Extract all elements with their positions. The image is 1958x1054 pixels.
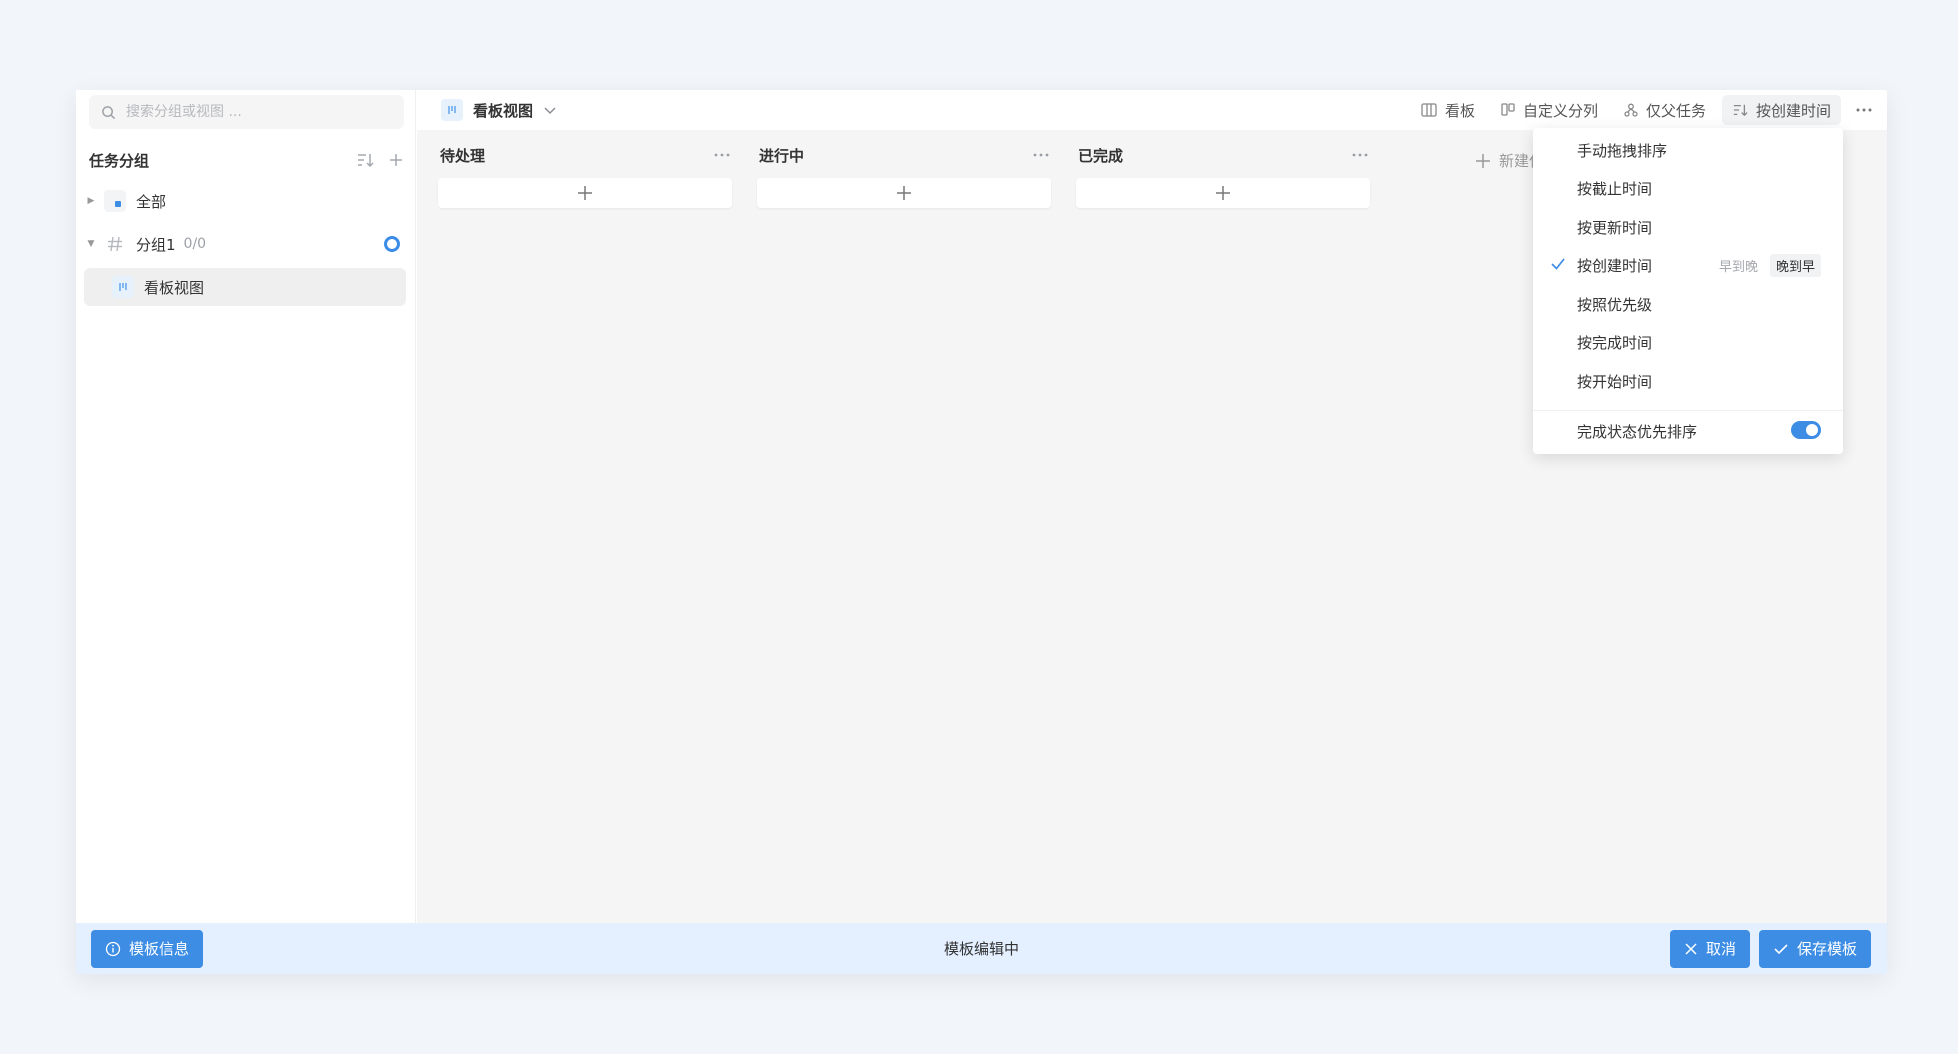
board-column: 待处理 — [438, 140, 732, 208]
sort-by-label: 按创建时间 — [1755, 101, 1831, 120]
sort-option-label: 按创建时间 — [1577, 256, 1653, 275]
add-task-button[interactable] — [1076, 178, 1370, 208]
sort-option-label: 手动拖拽排序 — [1577, 141, 1668, 160]
search-box[interactable] — [89, 95, 404, 129]
more-horizontal-icon — [1856, 108, 1872, 112]
sort-dropdown-menu: 手动拖拽排序 按截止时间 按更新时间 按创建时间 早到晚 晚到早 按照优先级 按… — [1533, 128, 1843, 454]
sidebar-item-label: 全部 — [136, 192, 167, 211]
check-icon — [1774, 943, 1788, 954]
completion-priority-toggle[interactable] — [1791, 421, 1821, 439]
search-input[interactable] — [126, 104, 376, 120]
progress-ring-icon — [384, 236, 400, 252]
more-horizontal-icon[interactable] — [1033, 153, 1049, 157]
plus-icon — [1476, 153, 1490, 168]
column-title: 待处理 — [440, 146, 486, 165]
completion-priority-label: 完成状态优先排序 — [1577, 422, 1698, 441]
view-title: 看板视图 — [473, 101, 534, 120]
check-icon — [1551, 258, 1565, 270]
sidebar: 任务分组 ▶ 全部 ▼ 分组1 0/0 — [76, 90, 416, 923]
kanban-view-icon — [112, 276, 134, 298]
sort-option-completed[interactable]: 按完成时间 — [1533, 323, 1843, 361]
board-column: 已完成 — [1076, 140, 1370, 208]
save-template-button[interactable]: 保存模板 — [1758, 929, 1871, 968]
sort-icon — [1733, 104, 1748, 117]
sidebar-item-all[interactable]: ▶ 全部 — [84, 182, 406, 220]
sort-by-button[interactable]: 按创建时间 — [1721, 95, 1841, 125]
info-icon — [105, 941, 121, 956]
board-mode-label: 看板 — [1444, 101, 1475, 120]
template-editing-status: 模板编辑中 — [943, 940, 1019, 958]
close-icon — [1685, 942, 1697, 955]
column-title: 已完成 — [1078, 146, 1124, 165]
sort-option-created[interactable]: 按创建时间 早到晚 晚到早 — [1533, 246, 1843, 284]
caret-right-icon[interactable]: ▶ — [84, 196, 98, 206]
sort-option-start[interactable]: 按开始时间 — [1533, 362, 1843, 400]
parent-only-label: 仅父任务 — [1645, 101, 1706, 120]
board-column: 进行中 — [757, 140, 1051, 208]
template-info-button[interactable]: 模板信息 — [91, 929, 204, 968]
add-task-button[interactable] — [438, 178, 732, 208]
sort-option-updated[interactable]: 按更新时间 — [1533, 208, 1843, 246]
sidebar-item-kanban-view[interactable]: 看板视图 — [84, 268, 406, 306]
plus-icon — [578, 186, 592, 200]
columns-icon — [1501, 103, 1515, 116]
sidebar-title: 任务分组 — [89, 151, 150, 170]
order-asc-option[interactable]: 早到晚 — [1713, 254, 1764, 277]
sort-icon[interactable] — [356, 152, 374, 168]
sort-option-label: 按更新时间 — [1577, 218, 1653, 237]
add-group-icon[interactable] — [388, 152, 404, 168]
sidebar-item-group1[interactable]: ▼ 分组1 0/0 — [84, 225, 406, 263]
all-groups-icon — [104, 190, 126, 212]
sort-option-label: 按照优先级 — [1577, 295, 1653, 314]
menu-divider — [1533, 410, 1843, 411]
sort-option-deadline[interactable]: 按截止时间 — [1533, 169, 1843, 207]
toggle-knob — [1806, 424, 1818, 436]
group-task-count: 0/0 — [183, 236, 207, 252]
toolbar: 看板 自定义分列 仅父任务 按创建时间 — [1405, 90, 1887, 130]
hash-icon — [104, 233, 126, 255]
parent-only-button[interactable]: 仅父任务 — [1614, 95, 1716, 125]
sort-option-label: 按完成时间 — [1577, 333, 1653, 352]
sort-order-toggle: 早到晚 晚到早 — [1713, 253, 1821, 277]
sidebar-item-label: 分组1 — [136, 235, 176, 254]
order-desc-option[interactable]: 晚到早 — [1769, 253, 1821, 277]
column-title: 进行中 — [759, 146, 805, 165]
plus-icon — [897, 186, 911, 200]
board-mode-button[interactable]: 看板 — [1411, 95, 1485, 125]
search-icon — [102, 105, 116, 119]
completion-priority-row: 完成状态优先排序 — [1533, 412, 1843, 450]
template-info-label: 模板信息 — [129, 940, 190, 958]
custom-columns-button[interactable]: 自定义分列 — [1491, 95, 1608, 125]
custom-columns-label: 自定义分列 — [1522, 101, 1598, 120]
view-switcher[interactable]: 看板视图 — [441, 99, 557, 121]
sidebar-header: 任务分组 — [89, 148, 404, 172]
more-horizontal-icon[interactable] — [1352, 153, 1368, 157]
sort-option-label: 按开始时间 — [1577, 372, 1653, 391]
plus-icon — [1216, 186, 1230, 200]
more-horizontal-icon[interactable] — [714, 153, 730, 157]
sort-option-label: 按截止时间 — [1577, 179, 1653, 198]
hierarchy-icon — [1624, 103, 1638, 117]
sidebar-item-label: 看板视图 — [144, 278, 205, 297]
bottom-bar: 模板编辑中 模板信息 取消 保存模板 — [76, 923, 1887, 974]
save-template-label: 保存模板 — [1796, 940, 1857, 958]
top-bar: 看板视图 看板 自定义分列 仅父任务 按创建时间 — [417, 90, 1887, 130]
sort-option-priority[interactable]: 按照优先级 — [1533, 285, 1843, 323]
chevron-down-icon — [544, 107, 556, 115]
kanban-view-icon — [441, 99, 463, 121]
more-options-button[interactable] — [1849, 95, 1879, 125]
add-task-button[interactable] — [757, 178, 1051, 208]
caret-down-icon[interactable]: ▼ — [84, 239, 98, 249]
sort-option-manual[interactable]: 手动拖拽排序 — [1533, 131, 1843, 169]
cancel-label: 取消 — [1705, 940, 1736, 958]
board-icon — [1421, 103, 1437, 117]
cancel-button[interactable]: 取消 — [1669, 929, 1750, 968]
